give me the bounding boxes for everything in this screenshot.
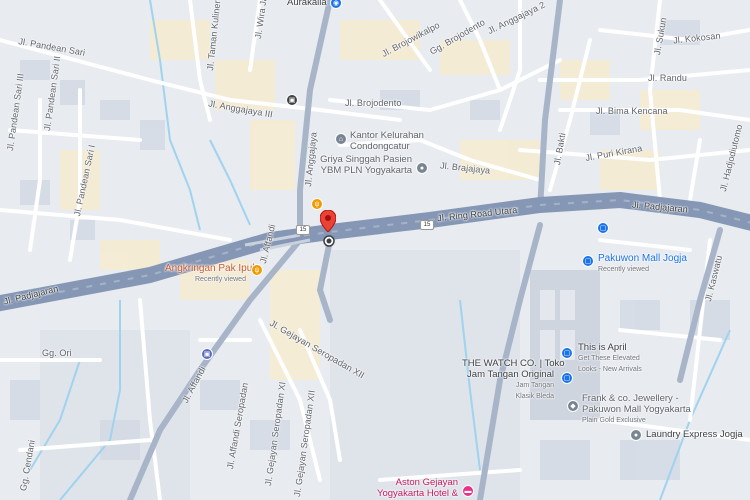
- route-shield-15: 15: [296, 225, 310, 235]
- poi-watch-line2: Jam Tangan Original: [467, 369, 554, 380]
- poi-pakuwon-mall[interactable]: Pakuwon Mall Jogja Recently viewed: [598, 253, 687, 275]
- watch-shop-icon[interactable]: ▢: [561, 372, 573, 384]
- red-location-pin-icon[interactable]: [320, 210, 336, 232]
- poi-this-is-april-label: This is April: [578, 342, 627, 353]
- restaurant-recent-icon[interactable]: ψ: [251, 264, 263, 276]
- poi-frank-and-co[interactable]: Frank & co. Jewellery - Pakuwon Mall Yog…: [582, 393, 691, 426]
- poi-angkringan-pak-ipul[interactable]: Angkringan Pak Ipul Recently viewed: [165, 263, 255, 285]
- poi-aurakalla[interactable]: Aurakalla: [287, 0, 327, 8]
- poi-laundry-express[interactable]: Laundry Express Jogja: [646, 429, 743, 440]
- poi-watch-sub1: Jam Tangan: [515, 382, 554, 389]
- poi-kantor-kelurahan-line1: Kantor Kelurahan: [350, 130, 424, 141]
- road-label-brojodento: Jl. Brojodento: [345, 98, 402, 108]
- map-canvas[interactable]: Jl. Padjajaran Jl. Padjajaran Jl. Ring R…: [0, 0, 750, 500]
- pakuwon-shopping-icon[interactable]: ▢: [582, 255, 594, 267]
- poi-frank-sub: Plain Gold Exclusive: [582, 417, 646, 424]
- poi-frank-line1: Frank & co. Jewellery -: [582, 393, 679, 404]
- poi-aston-line1: Aston Gejayan: [395, 477, 458, 488]
- laundry-icon[interactable]: ●: [630, 429, 642, 441]
- shopping-bag-icon[interactable]: ▢: [597, 222, 609, 234]
- poi-aston-gejayan[interactable]: Aston Gejayan Yogyakarta Hotel &: [370, 477, 458, 499]
- poi-griya-line1: Griya Singgah Pasien: [320, 154, 412, 165]
- restaurant-icon[interactable]: ψ: [311, 198, 323, 210]
- poi-this-is-april-sub1: Get These Elevated: [578, 355, 640, 362]
- atm-icon[interactable]: ▣: [286, 94, 298, 106]
- bus-stop-icon[interactable]: ▣: [201, 348, 213, 360]
- road-label-gg-ori: Gg. Ori: [42, 348, 72, 358]
- poi-watch-line1: THE WATCH CO. | Toko: [462, 358, 565, 369]
- poi-the-watch-co[interactable]: THE WATCH CO. | Toko Jam Tangan Original…: [462, 358, 565, 402]
- road-label-bima-kencana: Jl. Bima Kencana: [596, 106, 668, 116]
- poi-kantor-kelurahan-line2: Condongcatur: [350, 141, 410, 152]
- road-label-randu: Jl. Randu: [648, 73, 687, 83]
- poi-griya-line2: YBM PLN Yogyakarta: [320, 165, 412, 176]
- jewellery-icon[interactable]: ◆: [567, 400, 579, 412]
- poi-frank-line2: Pakuwon Mall Yogyakarta: [582, 404, 691, 415]
- poi-pakuwon-sub: Recently viewed: [598, 266, 649, 273]
- poi-aurakalla-label: Aurakalla: [287, 0, 327, 8]
- poi-aston-line2: Yogyakarta Hotel &: [377, 488, 458, 499]
- route-shield-15b: 15: [420, 220, 434, 230]
- poi-this-is-april-sub2: Looks - New Arrivals: [578, 366, 642, 373]
- poi-watch-sub2: Klasik Bleda: [515, 393, 554, 400]
- poi-laundry-label: Laundry Express Jogja: [646, 429, 743, 440]
- current-location-dot-icon[interactable]: [323, 235, 335, 247]
- poi-angkringan-label: Angkringan Pak Ipul: [165, 263, 255, 274]
- poi-griya-singgah[interactable]: Griya Singgah Pasien YBM PLN Yogyakarta: [312, 154, 412, 176]
- building-icon[interactable]: ●: [416, 162, 428, 174]
- poi-angkringan-sub: Recently viewed: [195, 276, 246, 283]
- poi-kantor-kelurahan[interactable]: Kantor Kelurahan Condongcatur: [350, 130, 424, 152]
- government-icon[interactable]: ⌂: [335, 133, 347, 145]
- poi-this-is-april[interactable]: This is April Get These Elevated Looks -…: [578, 342, 642, 375]
- hotel-icon[interactable]: ▬: [462, 485, 474, 497]
- poi-pakuwon-label: Pakuwon Mall Jogja: [598, 253, 687, 264]
